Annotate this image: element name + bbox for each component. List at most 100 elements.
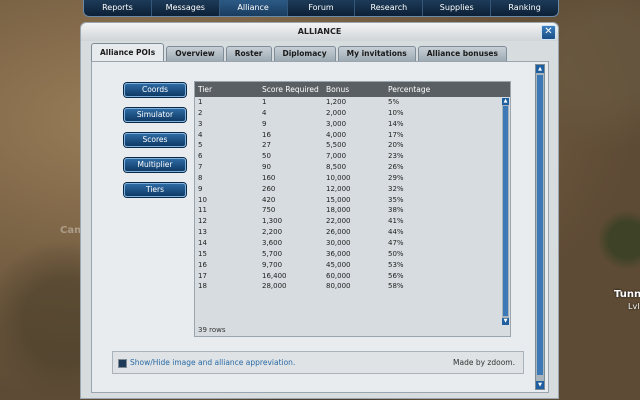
cell-tier: 4 xyxy=(198,130,203,139)
cell-score-required: 160 xyxy=(262,173,276,182)
scroll-down-icon[interactable]: ▼ xyxy=(502,318,509,325)
table-row[interactable]: 9 260 12,000 32% xyxy=(195,184,510,195)
row-count: 39 rows xyxy=(198,326,226,334)
table-row[interactable]: 18 28,000 80,000 58% xyxy=(195,281,510,292)
table-row[interactable]: 2 4 2,000 10% xyxy=(195,108,510,119)
table-row[interactable]: 4 16 4,000 17% xyxy=(195,130,510,141)
cell-score-required: 1 xyxy=(262,98,267,106)
show-hide-checkbox[interactable] xyxy=(118,359,127,368)
nav-alliance[interactable]: Alliance xyxy=(219,0,288,16)
sidebar: Coords Simulator Scores Multiplier Tiers xyxy=(124,83,186,208)
nav-research[interactable]: Research xyxy=(355,0,424,16)
cell-percentage: 41% xyxy=(388,217,404,226)
nav-messages[interactable]: Messages xyxy=(152,0,220,16)
table-row[interactable]: 5 27 5,500 20% xyxy=(195,140,510,151)
cell-score-required: 420 xyxy=(262,195,276,204)
table-row[interactable]: 8 160 10,000 29% xyxy=(195,173,510,184)
checkbox-label[interactable]: Show/Hide image and alliance appreviatio… xyxy=(130,352,295,373)
cell-tier: 15 xyxy=(198,249,207,258)
cell-score-required: 9 xyxy=(262,119,267,128)
tab-alliance-bonuses[interactable]: Alliance bonuses xyxy=(417,46,507,61)
tab-alliance-pois[interactable]: Alliance POIs xyxy=(91,43,165,61)
map-tunnel-label: Tunn xyxy=(614,289,640,300)
scroll-up-icon[interactable]: ▲ xyxy=(502,98,509,105)
close-icon[interactable]: ✕ xyxy=(541,25,556,40)
cell-tier: 16 xyxy=(198,260,207,269)
table-row[interactable]: 13 2,200 26,000 44% xyxy=(195,227,510,238)
cell-tier: 5 xyxy=(198,141,203,150)
cell-score-required: 260 xyxy=(262,184,276,193)
tiers-button[interactable]: Tiers xyxy=(124,183,186,197)
cell-percentage: 14% xyxy=(388,119,404,128)
panel-scroll-thumb[interactable] xyxy=(537,75,543,375)
table-row[interactable]: 7 90 8,500 26% xyxy=(195,162,510,173)
panel-scroll-up-icon[interactable]: ▲ xyxy=(536,65,544,73)
nav-supplies[interactable]: Supplies xyxy=(423,0,492,16)
cell-tier: 9 xyxy=(198,184,203,193)
table-row[interactable]: 1 1 1,200 5% xyxy=(195,97,510,108)
tab-panel: Coords Simulator Scores Multiplier Tiers… xyxy=(91,61,549,393)
nav-reports[interactable]: Reports xyxy=(84,0,152,16)
tab-diplomacy[interactable]: Diplomacy xyxy=(273,46,336,61)
cell-percentage: 32% xyxy=(388,184,404,193)
cell-score-required: 2,200 xyxy=(262,228,283,237)
cell-percentage: 44% xyxy=(388,228,404,237)
header-score-required[interactable]: Score Required xyxy=(262,82,326,97)
table-row[interactable]: 17 16,400 60,000 56% xyxy=(195,271,510,282)
cell-percentage: 35% xyxy=(388,195,404,204)
cell-bonus: 15,000 xyxy=(326,195,351,204)
cell-score-required: 3,600 xyxy=(262,238,283,247)
alliance-window: ALLIANCE Alliance POIs Overview Roster D… xyxy=(80,22,559,399)
tiers-table: Tier Score Required Bonus Percentage 111… xyxy=(194,81,511,337)
panel-scroll-down-icon[interactable]: ▼ xyxy=(536,381,544,389)
multiplier-button[interactable]: Multiplier xyxy=(124,158,186,172)
simulator-button[interactable]: Simulator xyxy=(124,108,186,122)
table-row[interactable]: 3 9 3,000 14% xyxy=(195,119,510,130)
cell-score-required: 28,000 xyxy=(262,282,287,291)
cell-score-required: 50 xyxy=(262,152,271,161)
table-row[interactable]: 6 50 7,000 23% xyxy=(195,151,510,162)
tab-overview[interactable]: Overview xyxy=(166,46,224,61)
cell-score-required: 16 xyxy=(262,130,271,139)
cell-percentage: 56% xyxy=(388,271,404,280)
cell-tier: 8 xyxy=(198,173,203,182)
map-level-label: Lvl xyxy=(628,302,640,311)
cell-tier: 17 xyxy=(198,271,207,280)
cell-bonus: 10,000 xyxy=(326,173,351,182)
cell-percentage: 10% xyxy=(388,108,404,117)
table-row[interactable]: 14 3,600 30,000 47% xyxy=(195,238,510,249)
cell-bonus: 18,000 xyxy=(326,206,351,215)
cell-bonus: 5,500 xyxy=(326,141,347,150)
table-row[interactable]: 15 5,700 36,000 50% xyxy=(195,249,510,260)
cell-percentage: 53% xyxy=(388,260,404,269)
coords-button[interactable]: Coords xyxy=(124,83,186,97)
cell-percentage: 20% xyxy=(388,141,404,150)
panel-scrollbar[interactable]: ▲ ▼ xyxy=(535,64,545,390)
cell-tier: 11 xyxy=(198,206,207,215)
cell-score-required: 16,400 xyxy=(262,271,287,280)
scores-button[interactable]: Scores xyxy=(124,133,186,147)
table-row[interactable]: 11 750 18,000 38% xyxy=(195,205,510,216)
cell-bonus: 12,000 xyxy=(326,184,351,193)
cell-score-required: 4 xyxy=(262,108,267,117)
tab-my-invitations[interactable]: My invitations xyxy=(337,46,416,61)
table-scrollbar[interactable]: ▲ ▼ xyxy=(502,98,509,325)
cell-tier: 14 xyxy=(198,238,207,247)
table-row[interactable]: 10 420 15,000 35% xyxy=(195,195,510,206)
cell-bonus: 80,000 xyxy=(326,282,351,291)
header-tier[interactable]: Tier xyxy=(195,82,262,97)
nav-ranking[interactable]: Ranking xyxy=(491,0,558,16)
scroll-thumb[interactable] xyxy=(503,106,508,316)
table-row[interactable]: 12 1,300 22,000 41% xyxy=(195,216,510,227)
credits-text: Made by zdoom. xyxy=(453,358,515,367)
table-header: Tier Score Required Bonus Percentage xyxy=(195,82,510,97)
cell-score-required: 9,700 xyxy=(262,260,283,269)
header-bonus[interactable]: Bonus xyxy=(326,82,388,97)
table-row[interactable]: 16 9,700 45,000 53% xyxy=(195,260,510,271)
nav-forum[interactable]: Forum xyxy=(288,0,356,16)
cell-score-required: 27 xyxy=(262,141,271,150)
header-percentage[interactable]: Percentage xyxy=(388,82,450,97)
cell-bonus: 22,000 xyxy=(326,217,351,226)
cell-bonus: 30,000 xyxy=(326,238,351,247)
tab-roster[interactable]: Roster xyxy=(225,46,272,61)
